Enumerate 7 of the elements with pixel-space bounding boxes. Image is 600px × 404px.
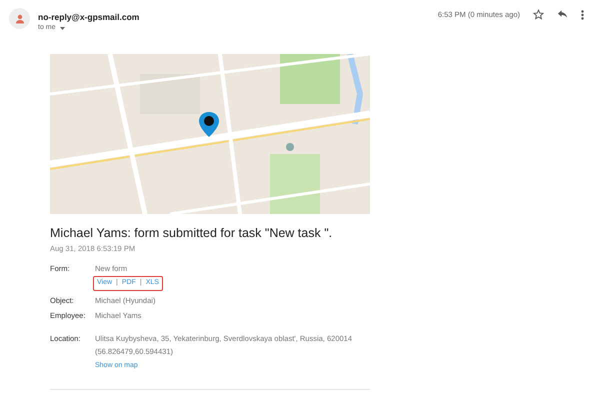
email-title: Michael Yams: form submitted for task "New task ". — [50, 225, 334, 242]
reply-button[interactable] — [557, 10, 568, 20]
avatar-icon — [9, 8, 30, 29]
more-button[interactable] — [581, 10, 584, 20]
caret-icon — [60, 26, 65, 30]
star-button[interactable] — [533, 9, 544, 20]
sender-name: no-reply@x-gpsmail.com — [38, 12, 140, 23]
